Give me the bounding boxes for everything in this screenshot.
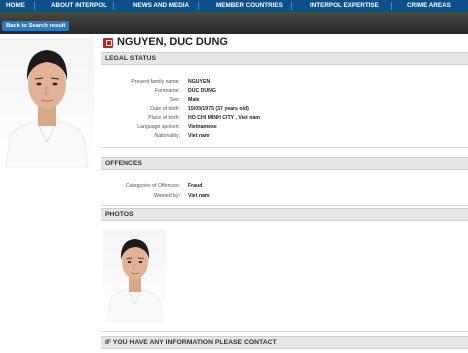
- field-label: Date of birth:: [150, 106, 180, 112]
- nav-about-interpol[interactable]: ABOUT INTERPOL: [51, 0, 107, 12]
- nav-separator: [391, 2, 392, 10]
- field-label: Place of birth:: [148, 115, 180, 121]
- divider: [101, 205, 468, 206]
- field-label: Forename:: [154, 88, 180, 94]
- contact-header: IF YOU HAVE ANY INFORMATION PLEASE CONTA…: [101, 336, 468, 349]
- thumbnail-photo[interactable]: [103, 230, 167, 322]
- field-value: DUC DUNG: [188, 88, 216, 94]
- photos-header: PHOTOS: [101, 208, 468, 221]
- field-value: 15/03/1975 (37 years old): [188, 106, 249, 112]
- top-navigation: HOME ABOUT INTERPOL NEWS AND MEDIA MEMBE…: [0, 0, 468, 12]
- red-notice-icon: [103, 38, 113, 48]
- field-value: HO CHI MINH CITY , Viet nam: [188, 115, 260, 121]
- divider: [101, 147, 468, 148]
- nav-separator: [198, 2, 199, 10]
- offences-header: OFFENCES: [101, 157, 468, 170]
- sub-toolbar: [0, 12, 468, 34]
- field-value: NGUYEN: [188, 79, 211, 85]
- main-portrait-photo: [0, 38, 94, 168]
- field-value: Vietnamese: [188, 124, 217, 130]
- section-title: PHOTOS: [105, 211, 134, 218]
- person-name: NGUYEN, DUC DUNG: [117, 36, 228, 48]
- divider: [101, 331, 468, 332]
- section-title: IF YOU HAVE ANY INFORMATION PLEASE CONTA…: [105, 339, 277, 346]
- field-value: Viet nam: [188, 193, 210, 199]
- section-title: LEGAL STATUS: [105, 55, 156, 62]
- nav-separator: [291, 2, 292, 10]
- nav-home[interactable]: HOME: [6, 0, 25, 12]
- field-label: Sex:: [169, 97, 180, 103]
- legal-status-header: LEGAL STATUS: [101, 52, 468, 65]
- field-label: Language spoken:: [137, 124, 180, 130]
- nav-separator: [34, 2, 35, 10]
- field-value: Fraud: [188, 183, 203, 189]
- field-label: Wanted by:: [153, 193, 180, 199]
- field-label: Categories of Offences:: [125, 183, 180, 189]
- nav-member-countries[interactable]: MEMBER COUNTRIES: [216, 0, 283, 12]
- nav-news-and-media[interactable]: NEWS AND MEDIA: [133, 0, 189, 12]
- field-label: Nationality:: [154, 133, 180, 139]
- field-value: Viet nam: [188, 133, 210, 139]
- nav-separator: [113, 2, 114, 10]
- section-title: OFFENCES: [105, 160, 143, 167]
- field-label: Present family name:: [131, 79, 180, 85]
- field-value: Male: [188, 97, 200, 103]
- nav-interpol-expertise[interactable]: INTERPOL EXPERTISE: [310, 0, 379, 12]
- nav-crime-areas[interactable]: CRIME AREAS: [407, 0, 451, 12]
- back-to-search-button[interactable]: Back to Search result: [2, 21, 70, 31]
